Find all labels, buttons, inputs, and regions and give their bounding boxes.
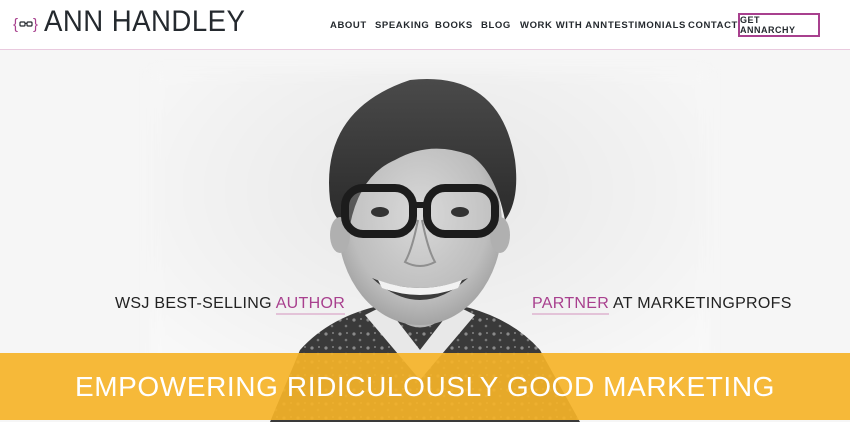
partner-claim-suffix: AT MARKETINGPROFS bbox=[609, 295, 792, 312]
nav-item-about[interactable]: ABOUT bbox=[330, 20, 367, 31]
svg-text:{: { bbox=[13, 16, 18, 33]
nav-item-speaking[interactable]: SPEAKING bbox=[375, 20, 429, 31]
tagline-text: EMPOWERING RIDICULOUSLY GOOD MARKETING bbox=[74, 370, 776, 402]
nav-item-books[interactable]: BOOKS bbox=[435, 20, 473, 31]
tagline-banner: EMPOWERING RIDICULOUSLY GOOD MARKETING bbox=[0, 353, 850, 420]
svg-text:}: } bbox=[33, 16, 38, 33]
partner-link[interactable]: PARTNER bbox=[532, 295, 610, 315]
site-logo-name[interactable]: ANN HANDLEY bbox=[44, 5, 245, 39]
nav-item-work-with-ann[interactable]: WORK WITH ANN bbox=[520, 20, 608, 31]
partner-claim: PARTNER AT MARKETINGPROFS bbox=[532, 295, 792, 315]
nav-item-blog[interactable]: BLOG bbox=[481, 20, 511, 31]
author-claim: WSJ BEST-SELLING AUTHOR bbox=[115, 295, 346, 315]
author-claim-prefix: WSJ BEST-SELLING bbox=[115, 295, 276, 312]
glasses-brackets-icon[interactable]: { } bbox=[13, 14, 39, 34]
nav-item-contact[interactable]: CONTACT bbox=[688, 20, 738, 31]
hero-section: WSJ BEST-SELLING AUTHOR PARTNER AT MARKE… bbox=[0, 50, 850, 422]
nav-item-testimonials[interactable]: TESTIMONIALS bbox=[608, 20, 686, 31]
get-annarchy-button[interactable]: GET ANNARCHY bbox=[738, 13, 820, 37]
site-header: { } ANN HANDLEY ABOUT SPEAKING BOOKS BLO… bbox=[0, 0, 850, 50]
get-annarchy-label: GET ANNARCHY bbox=[740, 15, 796, 35]
author-link[interactable]: AUTHOR bbox=[275, 295, 346, 315]
